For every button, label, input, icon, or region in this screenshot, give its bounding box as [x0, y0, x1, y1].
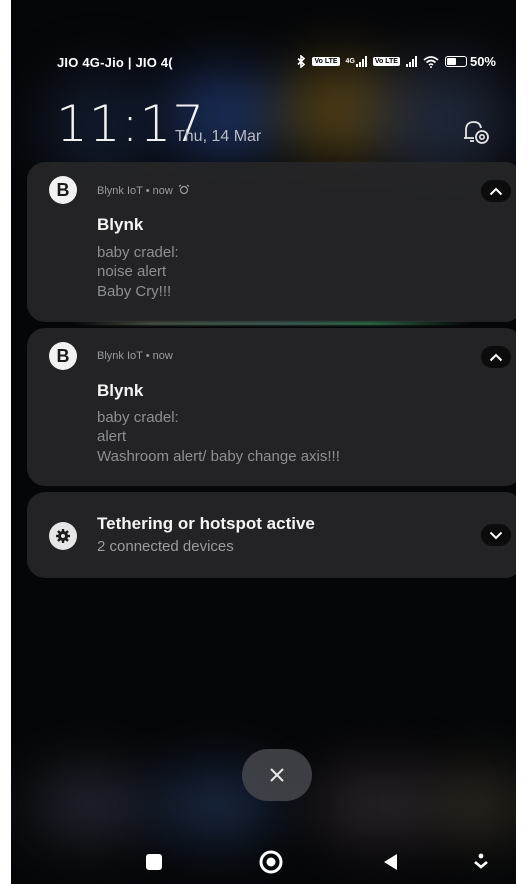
navigation-bar: [11, 840, 516, 884]
close-icon: [270, 768, 284, 782]
expand-button[interactable]: [481, 524, 511, 546]
notification-line: noise alert: [97, 263, 167, 280]
chevron-up-icon: [489, 353, 503, 361]
notification-line: baby cradel:: [97, 244, 179, 261]
blynk-app-icon: B: [49, 342, 77, 370]
notification-line: alert: [97, 428, 127, 445]
notification-line: Washroom alert/ baby change axis!!!: [97, 448, 340, 465]
battery-percent: 50%: [469, 54, 496, 69]
status-icons: Vo LTE 4G Vo LTE 50%: [296, 54, 496, 69]
home-button[interactable]: [257, 848, 285, 876]
wallpaper-glow: [431, 770, 516, 840]
back-triangle-icon: [384, 854, 397, 870]
volte-icon: Vo LTE: [312, 57, 340, 66]
notification-title: Blynk: [97, 215, 144, 234]
chevron-up-icon: [489, 187, 503, 195]
wifi-icon: [423, 55, 439, 68]
recents-button[interactable]: [144, 852, 164, 872]
wallpaper-glow: [311, 770, 451, 840]
signal-1-icon: 4G: [346, 56, 367, 67]
notification-settings-button[interactable]: [460, 118, 492, 148]
collapse-button[interactable]: [481, 346, 511, 368]
notification-line: Baby Cry!!!: [97, 283, 172, 300]
app-name-time: Blynk IoT • now: [97, 350, 173, 362]
battery-indicator: 50%: [444, 54, 496, 69]
signal-2-icon: [405, 56, 417, 67]
bluetooth-icon: [296, 55, 306, 68]
carrier-label: JIO 4G-Jio | JIO 4(: [57, 55, 173, 70]
chevron-down-icon: [489, 531, 503, 539]
gear-icon: [49, 522, 77, 550]
wallpaper-glow: [31, 770, 151, 840]
app-name-time: Blynk IoT • now: [97, 185, 173, 197]
notification-title: Tethering or hotspot active: [97, 514, 315, 533]
battery-icon: [444, 56, 467, 67]
notification-app-line: Blynk IoT • now: [97, 350, 173, 362]
square-icon: [146, 854, 162, 870]
notification-subtitle: 2 connected devices: [97, 538, 234, 555]
blynk-app-icon: B: [49, 176, 77, 204]
network-type-label: 4G: [345, 58, 355, 65]
alarm-icon: [178, 184, 190, 198]
clear-all-button[interactable]: [242, 749, 312, 801]
collapse-button[interactable]: [481, 180, 511, 202]
circle-icon: [259, 850, 283, 874]
notification-card[interactable]: B Blynk IoT • now Blynk baby cradel: ale…: [27, 328, 516, 486]
notification-title: Blynk: [97, 381, 144, 400]
notification-line: baby cradel:: [97, 409, 179, 426]
back-button[interactable]: [381, 852, 401, 872]
chevron-down-dot-icon: [474, 853, 488, 869]
bell-settings-icon: [464, 121, 489, 144]
divider-glow: [71, 322, 471, 325]
hotspot-notification-card[interactable]: Tethering or hotspot active 2 connected …: [27, 492, 516, 578]
volte-icon-2: Vo LTE: [372, 57, 400, 66]
lockscreen-date: Thu, 14 Mar: [175, 128, 262, 145]
notification-app-line: Blynk IoT • now: [97, 184, 190, 198]
phone-screen: JIO 4G-Jio | JIO 4( Vo LTE 4G Vo LTE 50%…: [11, 0, 516, 884]
expand-nav-button[interactable]: [471, 852, 491, 872]
notification-card[interactable]: B Blynk IoT • now Blynk baby cradel: noi…: [27, 162, 516, 322]
status-bar: JIO 4G-Jio | JIO 4( Vo LTE 4G Vo LTE 50%: [11, 52, 516, 74]
